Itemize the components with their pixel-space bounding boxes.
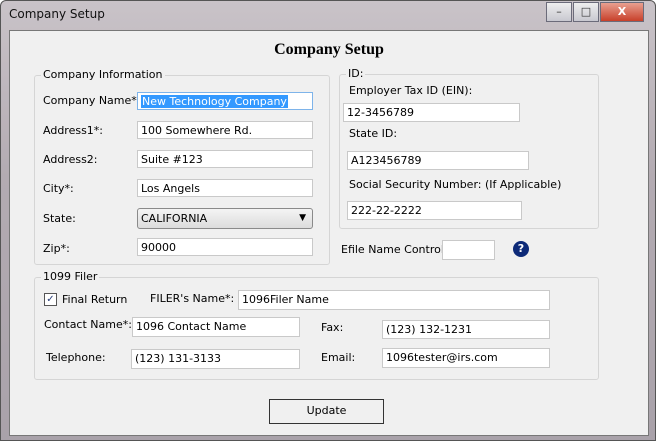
zip-input[interactable]: 90000 [137,238,313,256]
filer-name-input[interactable]: 1096Filer Name [238,290,550,310]
final-return-label: Final Return [62,293,128,306]
ein-label: Employer Tax ID (EIN): [349,84,473,97]
state-id-input[interactable]: A123456789 [347,151,529,170]
email-input[interactable]: 1096tester@irs.com [382,348,550,368]
efile-input[interactable] [442,240,495,260]
window-title: Company Setup [9,7,105,21]
telephone-input[interactable]: (123) 131-3133 [131,349,300,369]
state-id-label: State ID: [349,127,398,140]
fax-label: Fax: [321,321,344,334]
maximize-button[interactable]: □ [573,2,599,22]
company-name-input[interactable]: New Technology Company [137,92,313,110]
filer-name-label: FILER's Name*: [150,292,235,305]
selected-text: New Technology Company [141,95,288,108]
final-return-checkbox[interactable]: ✓ [44,293,57,306]
state-label: State: [43,212,76,225]
close-button[interactable]: X [600,2,644,22]
group-title: Company Information [41,68,165,81]
city-input[interactable]: Los Angels [137,179,313,197]
client-area: Company Setup Company Information Compan… [9,30,649,436]
email-label: Email: [321,351,356,364]
address1-label: Address1*: [43,124,104,137]
company-name-label: Company Name*: [43,94,141,107]
state-select[interactable]: CALIFORNIA ▼ [137,208,313,229]
address2-input[interactable]: Suite #123 [137,150,313,168]
group-title: ID: [346,67,366,80]
page-title: Company Setup [274,41,384,58]
fax-input[interactable]: (123) 132-1231 [382,320,550,339]
ssn-input[interactable]: 222-22-2222 [347,201,522,220]
ein-input[interactable]: 12-3456789 [343,103,520,122]
zip-label: Zip*: [43,242,70,255]
address2-label: Address2: [43,153,98,166]
contact-name-label: Contact Name*: [44,318,132,331]
dropdown-arrow-icon: ▼ [299,213,306,223]
address1-input[interactable]: 100 Somewhere Rd. [137,121,313,139]
efile-label: Efile Name Control: [341,243,448,256]
contact-name-input[interactable]: 1096 Contact Name [132,317,300,337]
city-label: City*: [43,182,74,195]
telephone-label: Telephone: [46,351,106,364]
update-button[interactable]: Update [269,399,384,424]
help-icon[interactable]: ? [513,241,529,257]
ssn-label: Social Security Number: (If Applicable) [349,178,562,191]
minimize-button[interactable]: – [546,2,572,22]
state-value: CALIFORNIA [141,212,208,225]
window: Company Setup – □ X Company Setup Compan… [0,0,656,441]
group-title: 1099 Filer [41,270,100,283]
